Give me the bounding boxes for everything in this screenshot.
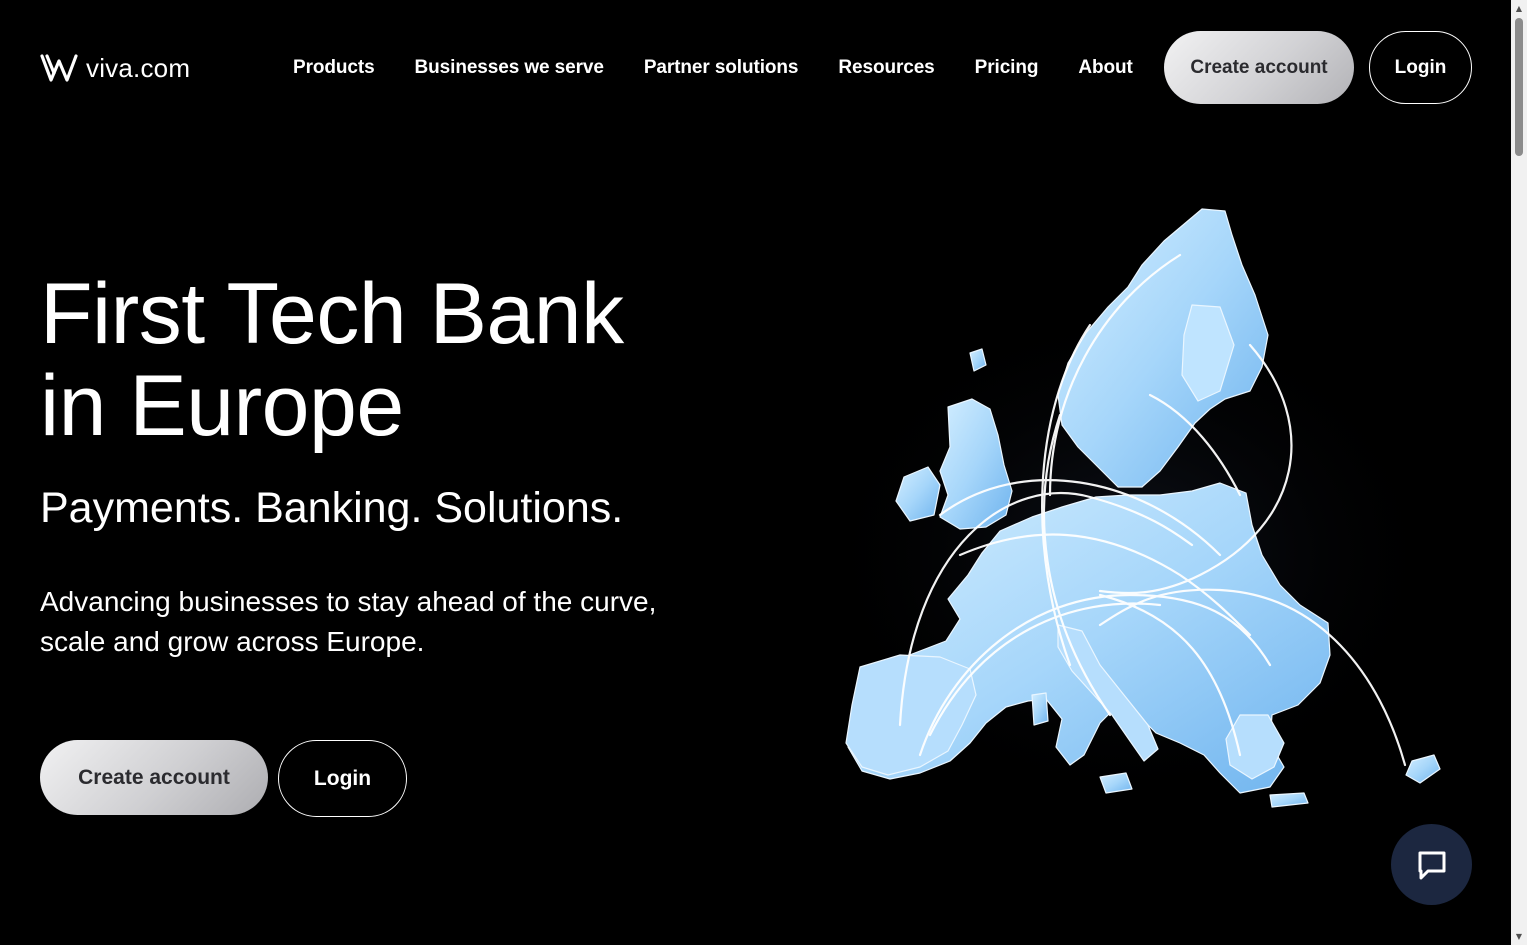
- scroll-down-arrow-icon[interactable]: ▼: [1511, 928, 1527, 945]
- europe-map-illustration: [810, 208, 1450, 815]
- hero-description-line-1: Advancing businesses to stay ahead of th…: [40, 586, 657, 617]
- europe-map: [800, 195, 1460, 835]
- nav-about[interactable]: About: [1078, 57, 1132, 79]
- scrollbar[interactable]: ▲ ▼: [1511, 0, 1527, 945]
- hero-title-line-2: in Europe: [40, 358, 404, 454]
- chat-bubble-icon: [1418, 851, 1445, 879]
- nav-businesses-we-serve[interactable]: Businesses we serve: [415, 57, 604, 79]
- hero-subtitle: Payments. Banking. Solutions.: [40, 484, 624, 532]
- hero-title-line-1: First Tech Bank: [40, 266, 624, 362]
- hero-description-line-2: scale and grow across Europe.: [40, 626, 425, 657]
- nav-products[interactable]: Products: [293, 57, 375, 79]
- header-login-button[interactable]: Login: [1369, 31, 1472, 104]
- site-header: viva.com Products Businesses we serve Pa…: [0, 0, 1511, 136]
- hero-description: Advancing businesses to stay ahead of th…: [40, 582, 760, 662]
- scroll-thumb[interactable]: [1515, 18, 1523, 156]
- scroll-up-arrow-icon[interactable]: ▲: [1511, 0, 1527, 17]
- page: viva.com Products Businesses we serve Pa…: [0, 0, 1511, 945]
- nav-pricing[interactable]: Pricing: [975, 57, 1039, 79]
- hero-login-button[interactable]: Login: [278, 740, 407, 817]
- viva-logo-icon: [40, 54, 78, 82]
- brand-name: viva.com: [86, 52, 191, 83]
- nav-partner-solutions[interactable]: Partner solutions: [644, 57, 799, 79]
- main-nav: Products Businesses we serve Partner sol…: [293, 54, 1133, 82]
- header-create-account-button[interactable]: Create account: [1164, 31, 1354, 104]
- chat-button[interactable]: [1391, 824, 1472, 905]
- hero-title: First Tech Bank in Europe: [40, 268, 760, 452]
- nav-resources[interactable]: Resources: [838, 57, 934, 79]
- logo-link[interactable]: viva.com: [40, 52, 190, 84]
- hero-create-account-button[interactable]: Create account: [40, 740, 268, 815]
